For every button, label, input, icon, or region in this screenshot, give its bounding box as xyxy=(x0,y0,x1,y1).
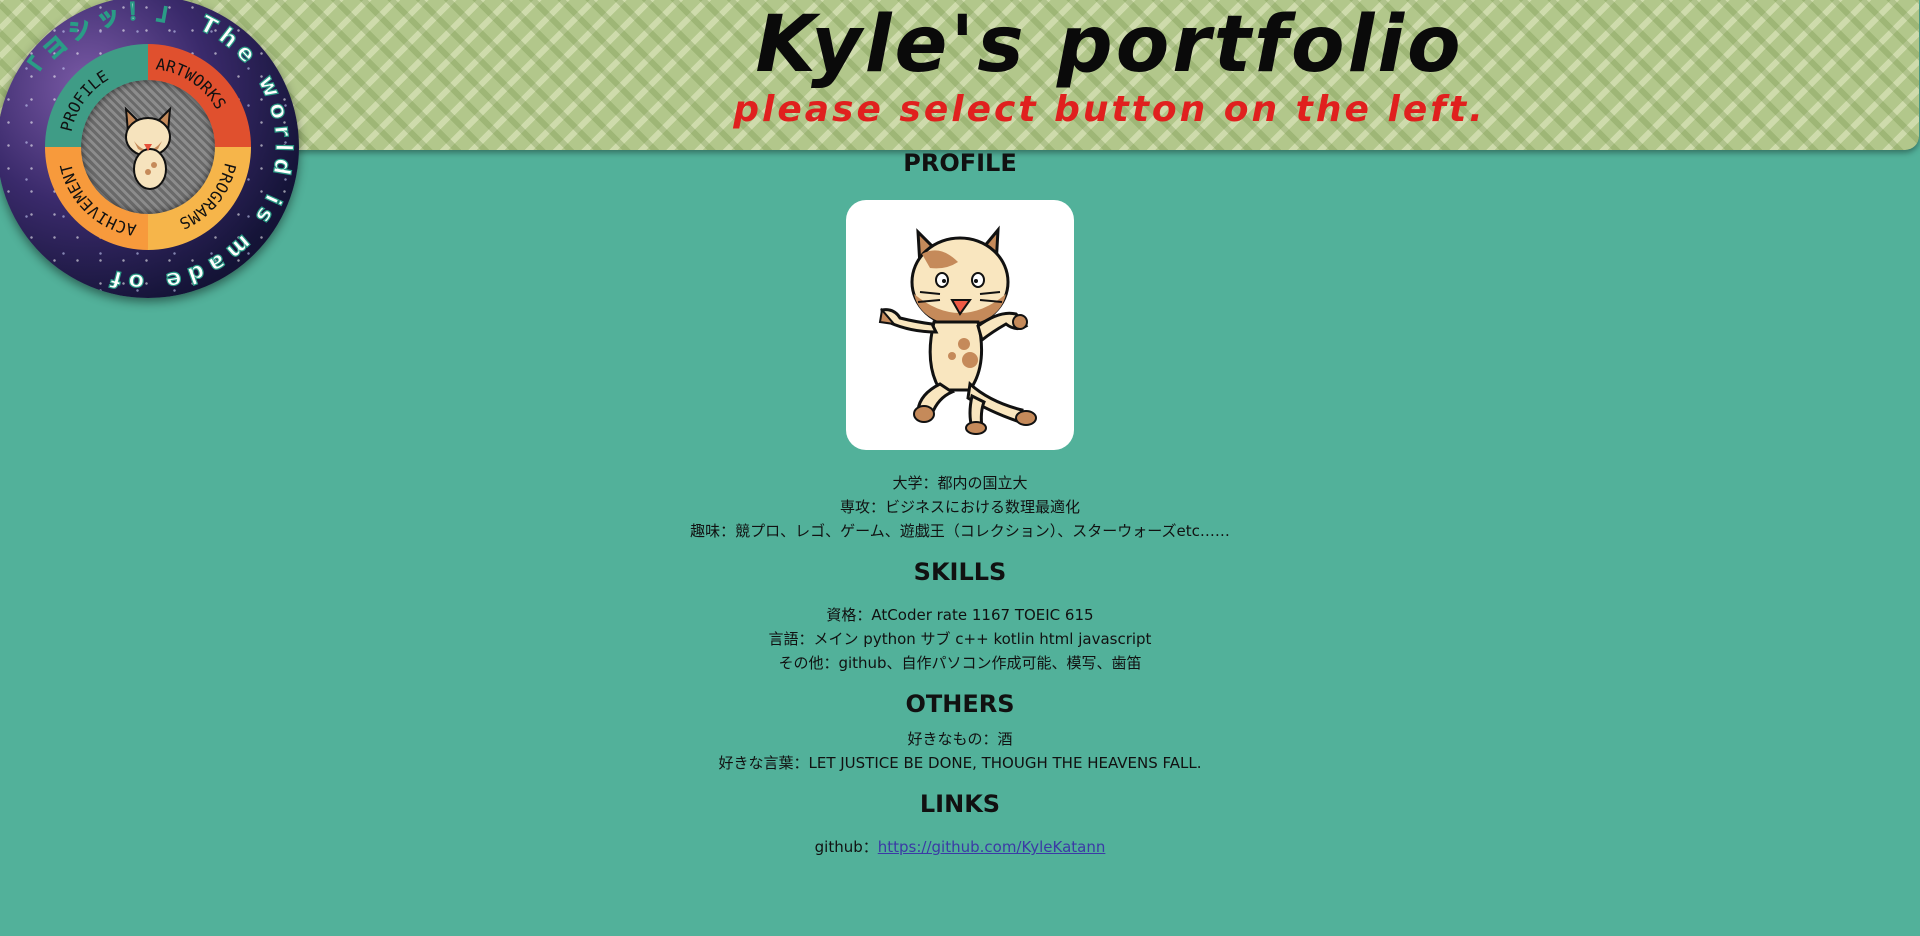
site-subtitle: please select button on the left. xyxy=(733,89,1486,130)
cat-avatar-icon xyxy=(878,225,1037,435)
others-favorite-thing: 好きなもの：酒 xyxy=(907,730,1013,748)
skills-languages: 言語：メイン python サブ c++ kotlin html javascr… xyxy=(768,630,1152,648)
main-content: PROFILE 大学：都内の国立大 専攻：ビジネスにおける数理最適化 趣味：競プ… xyxy=(0,148,1920,859)
github-link[interactable]: https://github.com/KyleKatann xyxy=(878,838,1106,856)
links-github-line: github：https://github.com/KyleKatann xyxy=(0,835,1920,859)
others-heading: OTHERS xyxy=(905,690,1015,718)
github-label: github： xyxy=(814,838,878,856)
profile-major: 専攻：ビジネスにおける数理最適化 xyxy=(839,498,1080,516)
links-heading: LINKS xyxy=(919,790,1001,818)
skills-heading: SKILLS xyxy=(913,558,1007,586)
profile-hobbies: 趣味：競プロ、レゴ、ゲーム、遊戯王（コレクション）、スターウォーズetc…… xyxy=(690,522,1230,540)
skills-qualifications: 資格：AtCoder rate 1167 TOEIC 615 xyxy=(826,606,1094,624)
profile-heading: PROFILE xyxy=(903,149,1017,177)
profile-university: 大学：都内の国立大 xyxy=(892,474,1028,492)
others-favorite-phrase: 好きな言葉：LET JUSTICE BE DONE, THOUGH THE HE… xyxy=(718,754,1202,772)
profile-picture xyxy=(846,200,1074,450)
site-title: Kyle's portfolio xyxy=(755,0,1464,90)
skills-other: その他：github、自作パソコン作成可能、模写、歯笛 xyxy=(778,654,1142,672)
